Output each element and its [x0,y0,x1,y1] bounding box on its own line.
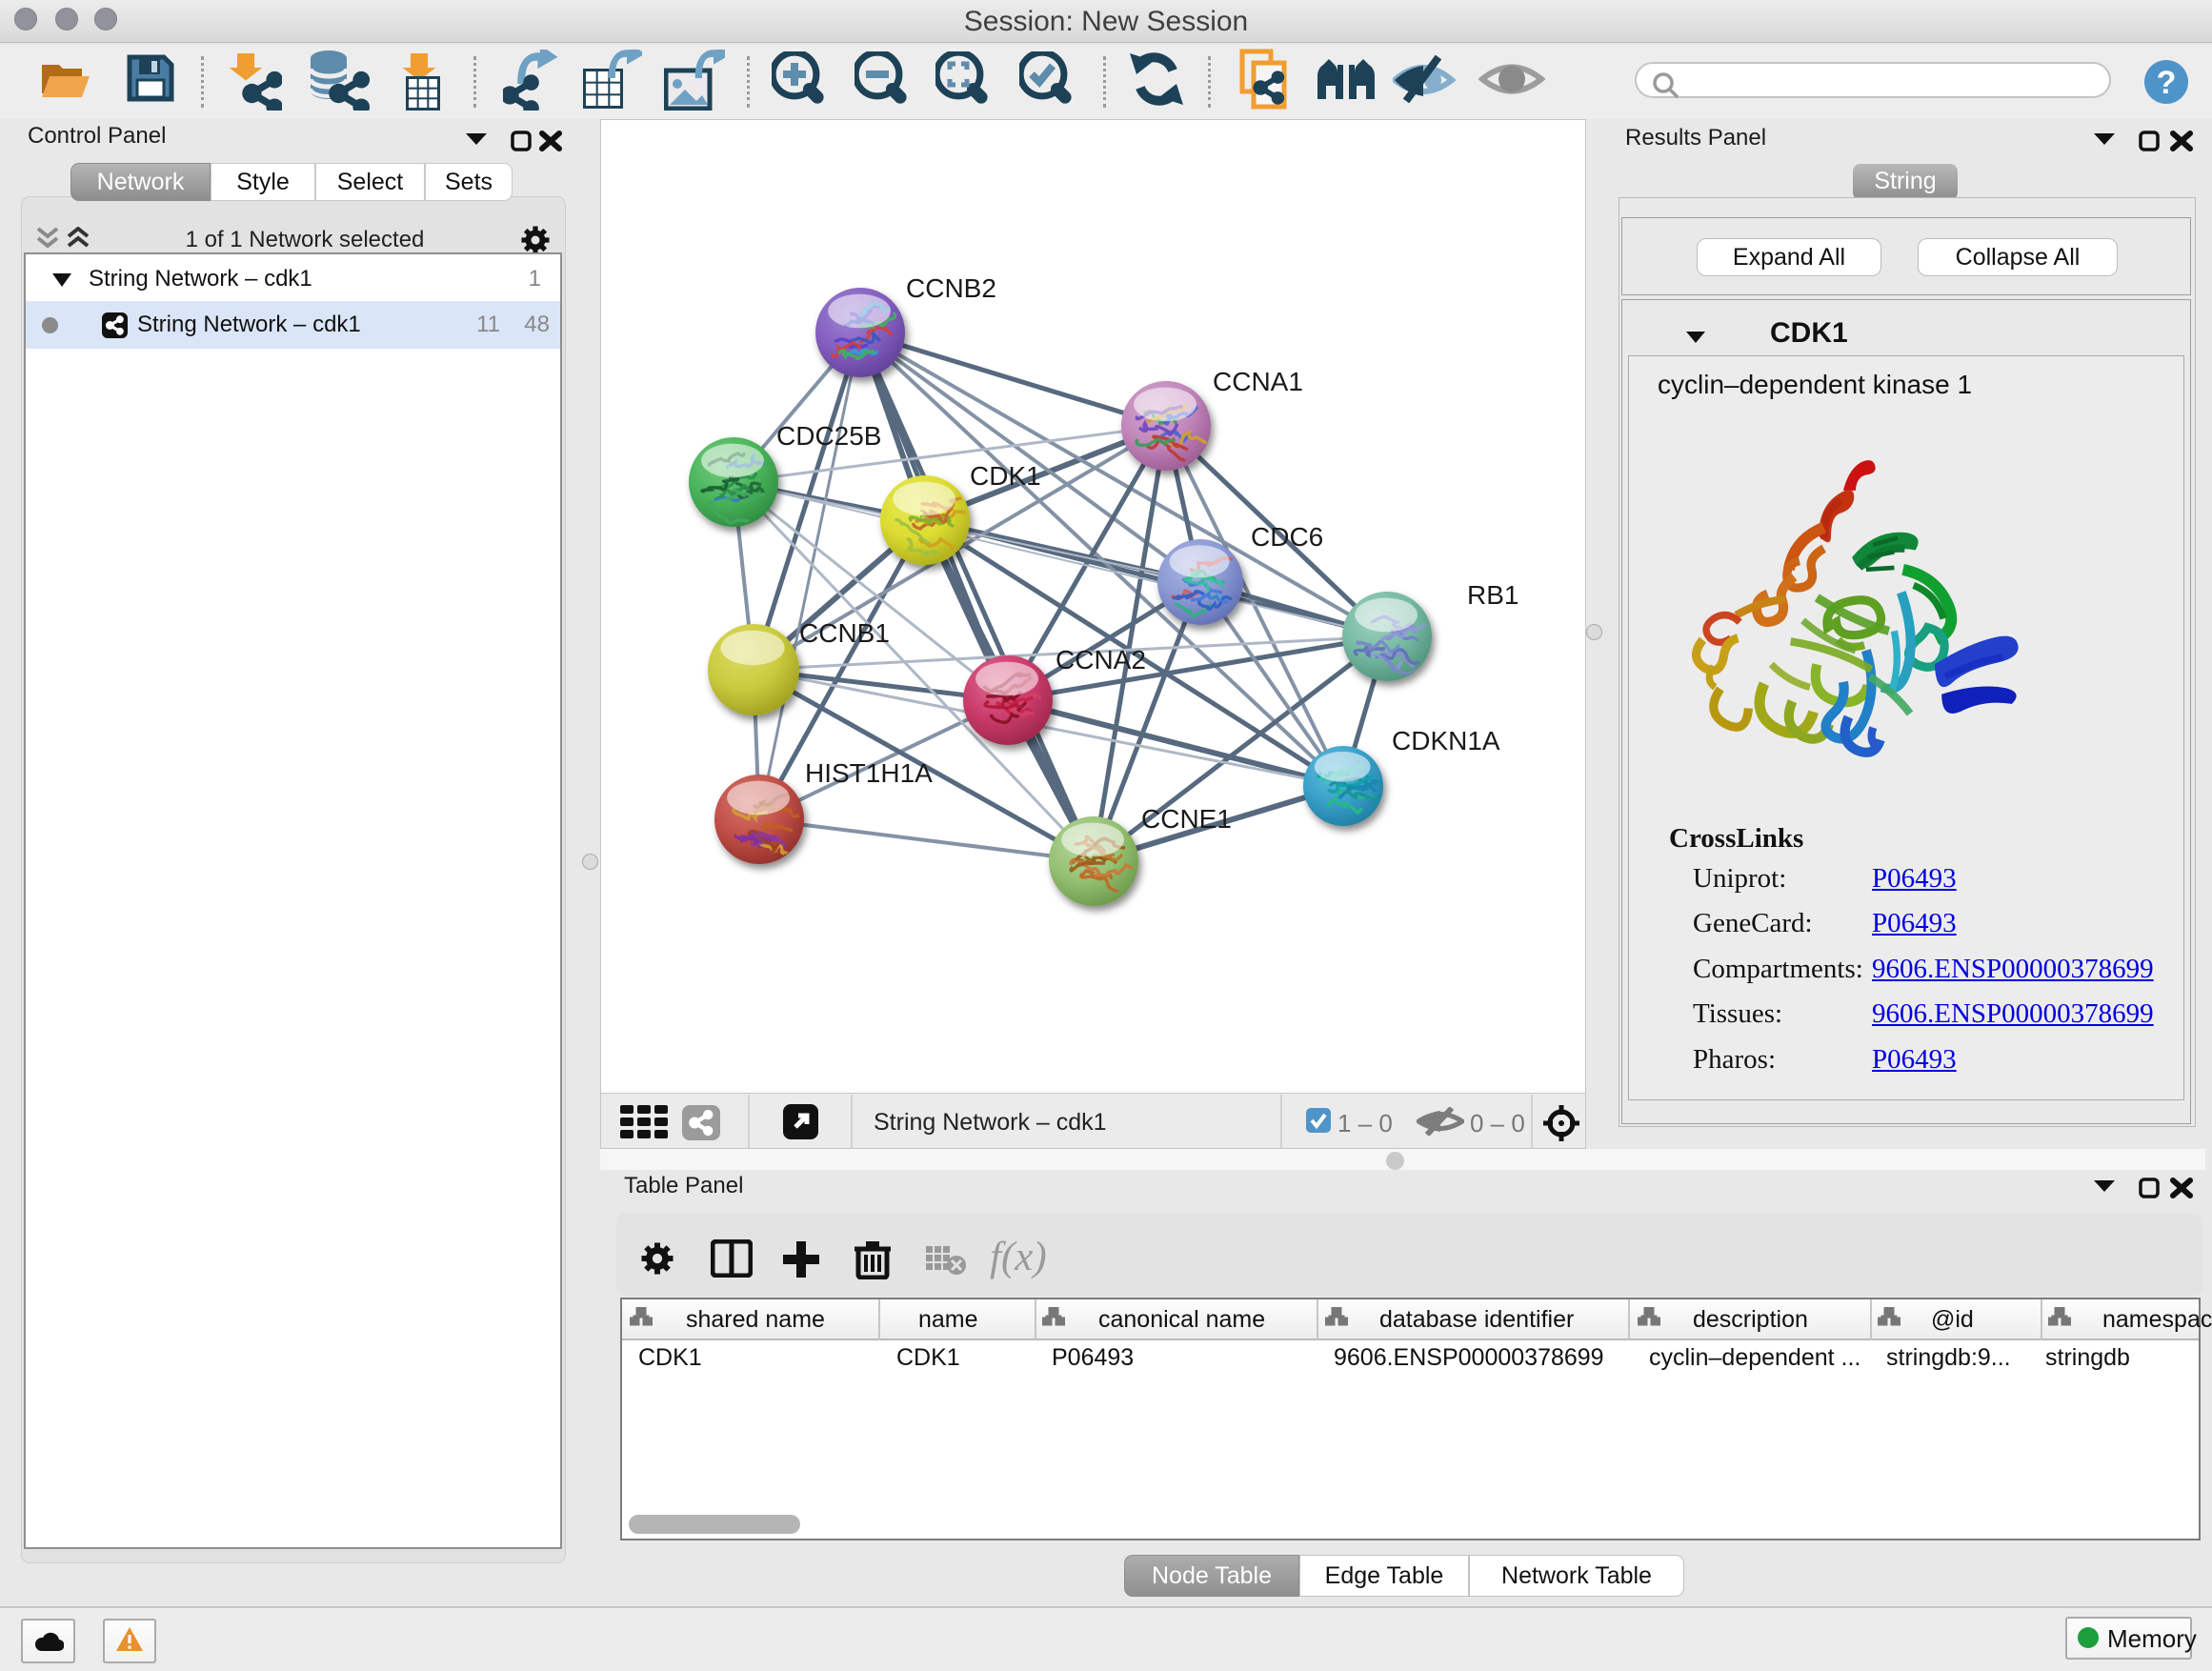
svg-text:CDC25B: CDC25B [776,421,881,451]
svg-text:HIST1H1A: HIST1H1A [805,758,933,788]
svg-text:CCNA1: CCNA1 [1213,367,1303,396]
svg-text:CDK1: CDK1 [970,461,1041,491]
svg-text:?: ? [2157,65,2177,101]
svg-text:CCNA2: CCNA2 [1056,645,1146,674]
svg-text:RB1: RB1 [1467,580,1518,610]
svg-text:CDKN1A: CDKN1A [1392,726,1500,755]
svg-text:CCNE1: CCNE1 [1141,804,1232,834]
svg-text:CCNB1: CCNB1 [799,618,890,648]
svg-text:CDC6: CDC6 [1251,522,1323,552]
svg-text:CCNB2: CCNB2 [906,273,996,303]
